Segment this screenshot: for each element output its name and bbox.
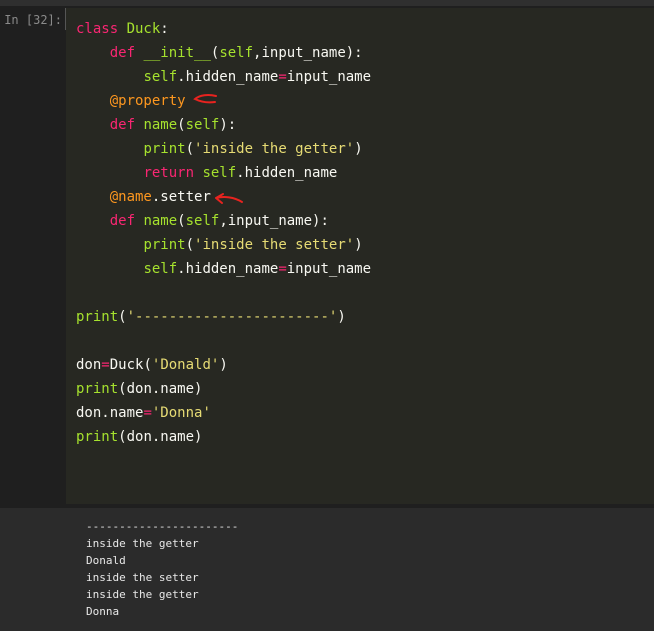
code-token: )	[354, 237, 363, 253]
code-token: __init__	[143, 45, 211, 61]
code-token: (	[185, 141, 195, 157]
code-token: @name	[109, 189, 152, 205]
code-line[interactable]: don.name='Donna'	[76, 401, 371, 425]
cell-prompt: In [32]:	[4, 13, 62, 27]
code-token: don.name	[76, 405, 144, 421]
code-token: 'Donna'	[151, 405, 211, 421]
code-token: input_name	[286, 69, 372, 85]
code-token: ):	[219, 117, 237, 133]
code-line[interactable]: print('-----------------------')	[76, 305, 371, 329]
code-token: (don.name)	[118, 429, 203, 445]
annotation-arrow-icon	[215, 193, 243, 204]
code-token: name	[143, 213, 178, 229]
code-token: =	[278, 261, 287, 277]
code-token: (	[177, 213, 186, 229]
code-token: don	[76, 357, 102, 373]
code-line[interactable]: self.hidden_name=input_name	[76, 65, 371, 89]
code-token: return	[143, 165, 203, 181]
code-line[interactable]: class Duck:	[76, 17, 371, 41]
code-token: (	[177, 117, 186, 133]
annotation-arrow-icon	[193, 94, 217, 104]
code-token: self	[219, 45, 254, 61]
output-line: -----------------------	[86, 520, 239, 533]
code-token: def	[109, 45, 144, 61]
code-token: input_name	[286, 261, 372, 277]
code-token: print	[76, 429, 119, 445]
code-token: 'inside the setter'	[194, 237, 355, 253]
code-token: .hidden_name	[177, 69, 279, 85]
code-token: 'Donald'	[151, 357, 220, 373]
code-token: )	[337, 309, 346, 325]
code-token: Duck	[126, 21, 161, 37]
code-token: ,input_name):	[253, 45, 363, 61]
code-token: '-----------------------'	[126, 309, 338, 325]
code-line[interactable]: @property	[76, 89, 371, 113]
code-token: self	[143, 69, 178, 85]
code-token: =	[143, 405, 152, 421]
code-token: )	[354, 141, 363, 157]
code-token: print	[76, 381, 119, 397]
output-line: Donald	[86, 554, 126, 567]
output-line: inside the getter	[86, 588, 199, 601]
code-line[interactable]	[76, 329, 371, 353]
code-token: def	[109, 117, 144, 133]
code-line[interactable]: self.hidden_name=input_name	[76, 257, 371, 281]
code-token: def	[109, 213, 144, 229]
code-line[interactable]: def name(self):	[76, 113, 371, 137]
code-token: )	[219, 357, 228, 373]
code-token: self	[185, 117, 220, 133]
code-token: self	[202, 165, 237, 181]
code-token: @property	[109, 93, 186, 109]
code-token: =	[278, 69, 287, 85]
code-token: (	[118, 309, 127, 325]
code-token: .setter	[151, 189, 211, 205]
code-token: =	[101, 357, 110, 373]
cell-output-text: ----------------------- inside the getter…	[86, 518, 238, 620]
notebook-top-bar	[0, 0, 654, 6]
code-line[interactable]: print(don.name)	[76, 425, 371, 449]
output-line: inside the getter	[86, 537, 199, 550]
output-line: inside the setter	[86, 571, 199, 584]
code-line[interactable]: print('inside the setter')	[76, 233, 371, 257]
code-line[interactable]: return self.hidden_name	[76, 161, 371, 185]
code-line[interactable]: print('inside the getter')	[76, 137, 371, 161]
output-line: Donna	[86, 605, 120, 618]
code-token: .hidden_name	[236, 165, 338, 181]
code-token: class	[76, 21, 127, 37]
code-line[interactable]: don=Duck('Donald')	[76, 353, 371, 377]
code-token: .hidden_name	[177, 261, 279, 277]
code-text[interactable]: class Duck: def __init__(self,input_name…	[76, 17, 371, 449]
code-line[interactable]	[76, 281, 371, 305]
code-token: (	[185, 237, 195, 253]
code-token: name	[143, 117, 178, 133]
code-line[interactable]: def __init__(self,input_name):	[76, 41, 371, 65]
code-token: self	[143, 261, 178, 277]
code-token: 'inside the getter'	[194, 141, 355, 157]
code-token: ,input_name):	[219, 213, 329, 229]
code-token: :	[160, 21, 169, 37]
code-line[interactable]: def name(self,input_name):	[76, 209, 371, 233]
code-token: (don.name)	[118, 381, 203, 397]
code-token: print	[143, 141, 186, 157]
code-token: self	[185, 213, 220, 229]
code-token: print	[143, 237, 186, 253]
code-token: print	[76, 309, 119, 325]
code-token: Duck(	[109, 357, 152, 373]
code-line[interactable]: print(don.name)	[76, 377, 371, 401]
